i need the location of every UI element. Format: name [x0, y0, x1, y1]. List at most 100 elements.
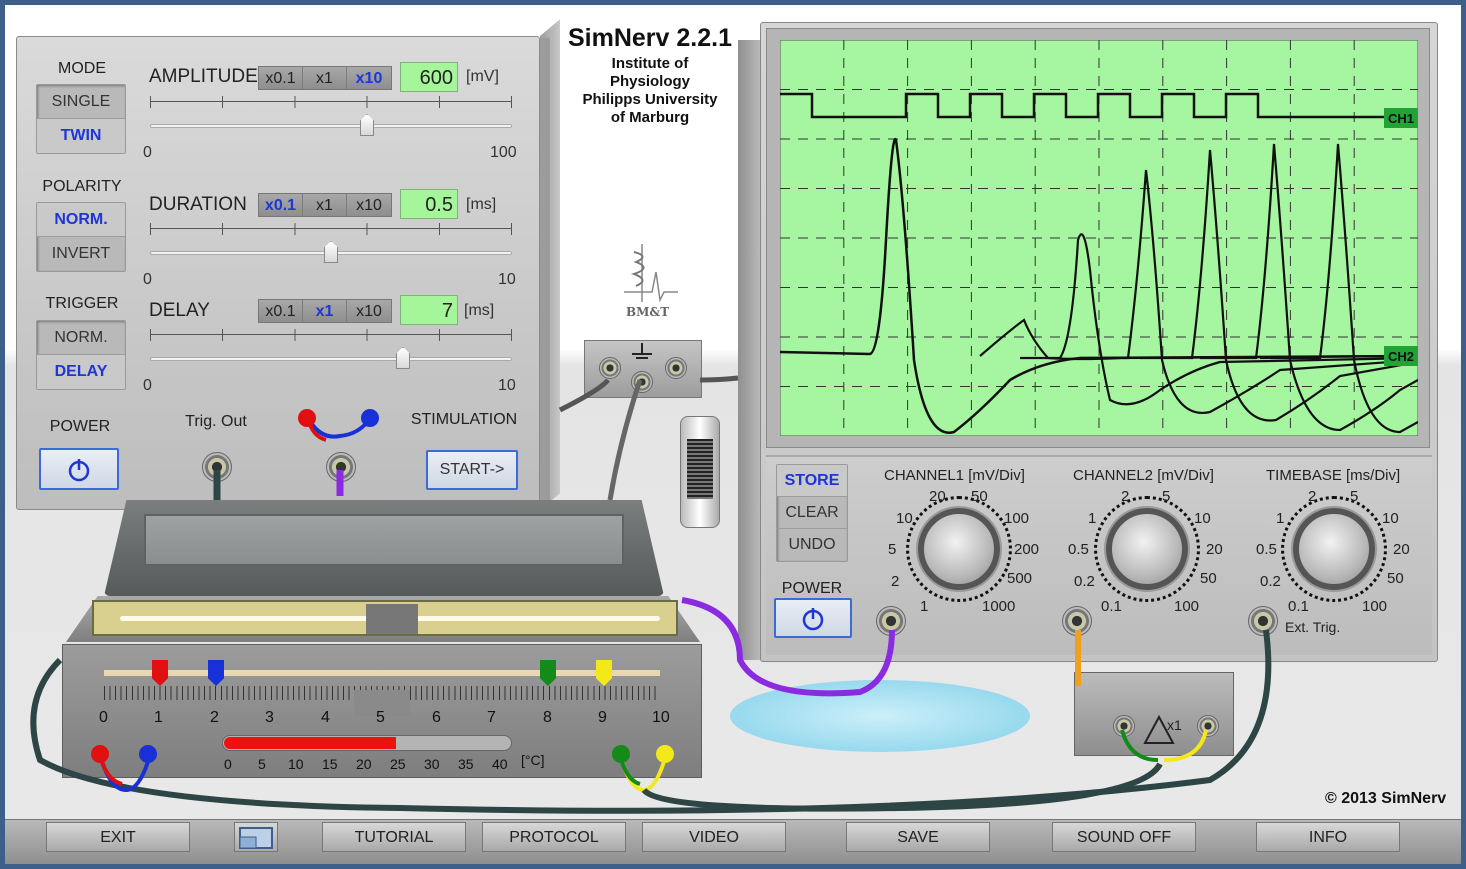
- channel1-title: CHANNEL1 [mV/Div]: [884, 467, 1025, 484]
- trigger-delay-option[interactable]: DELAY: [37, 355, 125, 389]
- institute-line-3: Philipps University: [582, 91, 718, 108]
- delay-value[interactable]: 7: [400, 295, 458, 325]
- tb-scale-100: 100: [1362, 598, 1388, 615]
- trigger-norm-option[interactable]: NORM.: [37, 321, 125, 355]
- delay-ticks: [150, 329, 512, 341]
- mode-twin-option[interactable]: TWIN: [37, 119, 125, 153]
- amplitude-x1[interactable]: x1: [303, 67, 347, 89]
- ch2-scale-0.5: 0.5: [1068, 541, 1089, 558]
- ch2-scale-0.2: 0.2: [1074, 573, 1095, 590]
- video-button[interactable]: VIDEO: [642, 822, 786, 852]
- duration-value[interactable]: 0.5: [400, 189, 458, 219]
- undo-button[interactable]: UNDO: [777, 529, 847, 561]
- delay-max: 10: [498, 377, 516, 394]
- delay-x0.1[interactable]: x0.1: [259, 300, 303, 322]
- amplitude-multiplier: x0.1 x1 x10: [258, 66, 392, 90]
- ch2-label: CH2: [1388, 349, 1414, 364]
- temp-unit: [°C]: [521, 752, 545, 768]
- polarity-norm-option[interactable]: NORM.: [37, 203, 125, 237]
- connector-jack-left[interactable]: [599, 357, 621, 379]
- temp-25: 25: [390, 756, 406, 772]
- temp-35: 35: [458, 756, 474, 772]
- temperature-fill: [224, 737, 396, 749]
- ch2-scale-50: 50: [1200, 570, 1217, 587]
- temp-40: 40: [492, 756, 508, 772]
- start-button[interactable]: START->: [426, 450, 518, 490]
- mode-single-option[interactable]: SINGLE: [37, 85, 125, 119]
- ch1-scale-10: 10: [896, 510, 913, 527]
- duration-x0.1[interactable]: x0.1: [259, 194, 303, 216]
- tb-scale-1: 1: [1276, 510, 1285, 527]
- temp-30: 30: [424, 756, 440, 772]
- tutorial-button[interactable]: TUTORIAL: [322, 822, 466, 852]
- stimulation-jack[interactable]: [326, 452, 356, 482]
- trigger-switch: NORM. DELAY: [36, 320, 126, 390]
- channel2-title: CHANNEL2 [mV/Div]: [1073, 467, 1214, 484]
- ringer-dish[interactable]: [730, 680, 1030, 752]
- connector-jack-ground[interactable]: [631, 371, 653, 393]
- timebase-knob[interactable]: [1293, 508, 1375, 590]
- trig-out-jack[interactable]: [202, 452, 232, 482]
- ch2-input-jack[interactable]: [1062, 606, 1092, 636]
- tb-scale-10: 10: [1382, 510, 1399, 527]
- trigger-label: TRIGGER: [45, 295, 119, 312]
- nerve-bath: [92, 600, 678, 636]
- ch1-label: CH1: [1388, 111, 1414, 126]
- amp-input-jack[interactable]: [1113, 715, 1135, 737]
- save-button[interactable]: SAVE: [846, 822, 990, 852]
- ruler-1: 1: [154, 709, 163, 726]
- protocol-button[interactable]: PROTOCOL: [482, 822, 626, 852]
- ch2-scale-5: 5: [1162, 488, 1171, 505]
- delay-x1[interactable]: x1: [303, 300, 347, 322]
- tb-scale-50: 50: [1387, 570, 1404, 587]
- tb-scale-0.1: 0.1: [1288, 598, 1309, 615]
- probe-coil: [687, 439, 713, 499]
- amplitude-value[interactable]: 600: [400, 62, 458, 92]
- amplitude-x10[interactable]: x10: [347, 67, 391, 89]
- temp-5: 5: [258, 756, 266, 772]
- app-title-block: SimNerv 2.2.1 Institute of Physiology Ph…: [560, 24, 740, 127]
- ruler-4: 4: [321, 709, 330, 726]
- amplitude-unit: [mV]: [466, 68, 499, 85]
- channel2-knob[interactable]: [1106, 508, 1188, 590]
- sound-off-button[interactable]: SOUND OFF: [1052, 822, 1196, 852]
- store-button[interactable]: STORE: [777, 465, 847, 497]
- institute-line-2: Physiology: [609, 73, 691, 90]
- ch2-scale-10: 10: [1194, 510, 1211, 527]
- ch1-scale-1: 1: [920, 598, 929, 615]
- temp-20: 20: [356, 756, 372, 772]
- amp-output-jack[interactable]: [1197, 715, 1219, 737]
- ext-trig-jack[interactable]: [1248, 606, 1278, 636]
- ch1-input-jack[interactable]: [876, 606, 906, 636]
- institute-line-4: of Marburg: [610, 109, 690, 126]
- delay-x10[interactable]: x10: [347, 300, 391, 322]
- stimulator-power-label: POWER: [49, 418, 111, 435]
- delay-slider-track[interactable]: [150, 357, 512, 361]
- connector-jack-right[interactable]: [665, 357, 687, 379]
- duration-x1[interactable]: x1: [303, 194, 347, 216]
- amplitude-x0.1[interactable]: x0.1: [259, 67, 303, 89]
- ch1-scale-500: 500: [1007, 570, 1033, 587]
- stimulator-power-button[interactable]: [39, 448, 119, 490]
- amplitude-min: 0: [143, 144, 152, 161]
- osc-power-button[interactable]: [774, 598, 852, 638]
- window-icon: [239, 827, 273, 849]
- clear-button[interactable]: CLEAR: [777, 497, 847, 529]
- ruler-9: 9: [598, 709, 607, 726]
- exit-button[interactable]: EXIT: [46, 822, 190, 852]
- institute-line-1: Institute of: [611, 55, 689, 72]
- app-title: SimNerv 2.2.1: [568, 24, 732, 52]
- duration-x10[interactable]: x10: [347, 194, 391, 216]
- ch1-scale-20: 20: [929, 488, 946, 505]
- delay-unit: [ms]: [464, 302, 495, 319]
- ruler-10: 10: [652, 709, 670, 726]
- window-toggle-button[interactable]: [234, 822, 278, 852]
- channel1-knob[interactable]: [918, 508, 1000, 590]
- ruler-6: 6: [432, 709, 441, 726]
- info-button[interactable]: INFO: [1256, 822, 1400, 852]
- electrode-rail: [104, 670, 660, 676]
- polarity-invert-option[interactable]: INVERT: [37, 237, 125, 271]
- amplitude-slider-track[interactable]: [150, 124, 512, 128]
- ruler-5: 5: [376, 709, 385, 726]
- electrode-probe[interactable]: [680, 416, 720, 528]
